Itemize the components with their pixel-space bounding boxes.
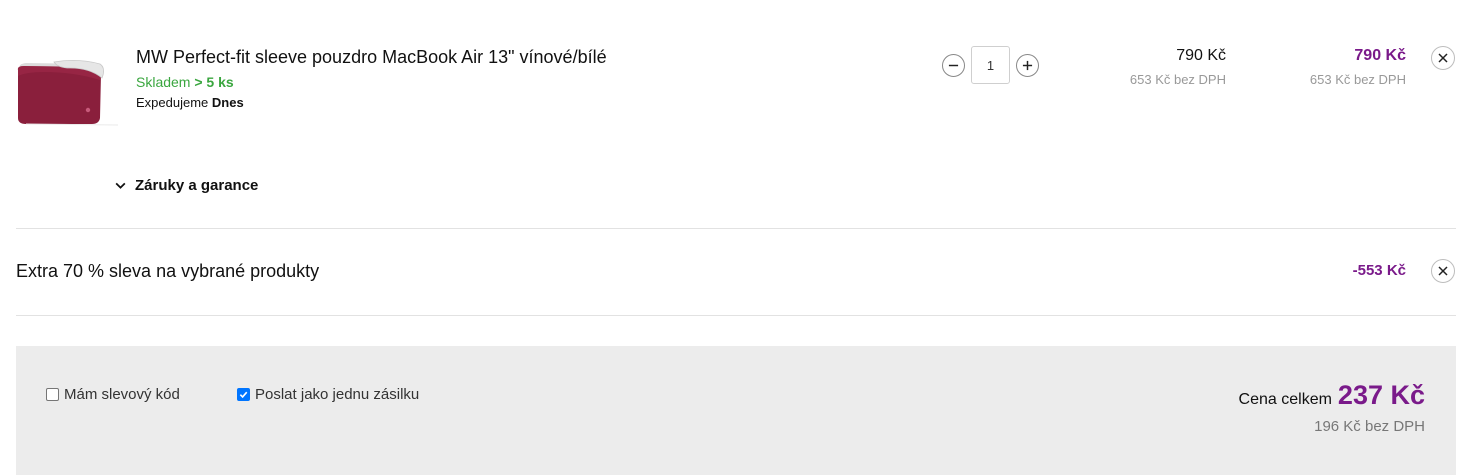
coupon-checkbox-row[interactable]: Mám slevový kód	[46, 386, 180, 403]
coupon-checkbox[interactable]	[46, 388, 59, 401]
stock-count: > 5 ks	[194, 74, 234, 90]
shipping-day: Dnes	[211, 95, 244, 110]
quantity-decrease-button[interactable]	[942, 54, 965, 77]
total-net: 196 Kč bez DPH	[1314, 418, 1425, 435]
stock-status: Skladem > 5 ks	[136, 74, 234, 90]
warranty-label: Záruky a garance	[135, 177, 259, 194]
divider	[16, 315, 1456, 316]
stock-label: Skladem	[136, 74, 191, 90]
cart-page: MW Perfect-fit sleeve pouzdro MacBook Ai…	[0, 0, 1466, 475]
total-label: Cena celkem	[1238, 391, 1332, 408]
discount-value: -553 Kč	[1352, 262, 1406, 279]
unit-price: 790 Kč	[1176, 47, 1226, 64]
single-shipment-label: Poslat jako jednu zásilku	[255, 386, 420, 403]
laptop-sleeve-image	[17, 60, 119, 126]
warranty-toggle[interactable]: Záruky a garance	[114, 177, 258, 194]
item-total-price-net: 653 Kč bez DPH	[1309, 72, 1406, 87]
remove-discount-button[interactable]	[1431, 259, 1455, 283]
product-name[interactable]: MW Perfect-fit sleeve pouzdro MacBook Ai…	[136, 47, 607, 68]
single-shipment-checkbox-row[interactable]: Poslat jako jednu zásilku	[237, 386, 419, 403]
single-shipment-checkbox[interactable]	[237, 388, 250, 401]
remove-item-button[interactable]	[1431, 46, 1455, 70]
divider	[16, 228, 1456, 229]
quantity-increase-button[interactable]	[1016, 54, 1039, 77]
quantity-input[interactable]	[971, 46, 1010, 84]
discount-label: Extra 70 % sleva na vybrané produkty	[16, 261, 320, 281]
close-icon	[1438, 53, 1448, 63]
shipping-info: Expedujeme Dnes	[136, 95, 244, 110]
plus-icon	[1022, 60, 1033, 71]
shipping-label: Expedujeme	[136, 95, 209, 110]
product-image[interactable]	[14, 58, 119, 126]
unit-price-net: 653 Kč bez DPH	[1129, 72, 1226, 87]
checkmark-icon	[239, 391, 248, 399]
total-amount: 237 Kč	[1337, 380, 1425, 410]
chevron-down-icon	[115, 182, 126, 189]
coupon-label: Mám slevový kód	[64, 386, 180, 403]
minus-icon	[948, 64, 959, 67]
cart-total: Cena celkem 237 Kč	[1239, 380, 1425, 411]
close-icon	[1438, 266, 1448, 276]
item-total-price: 790 Kč	[1354, 47, 1406, 64]
